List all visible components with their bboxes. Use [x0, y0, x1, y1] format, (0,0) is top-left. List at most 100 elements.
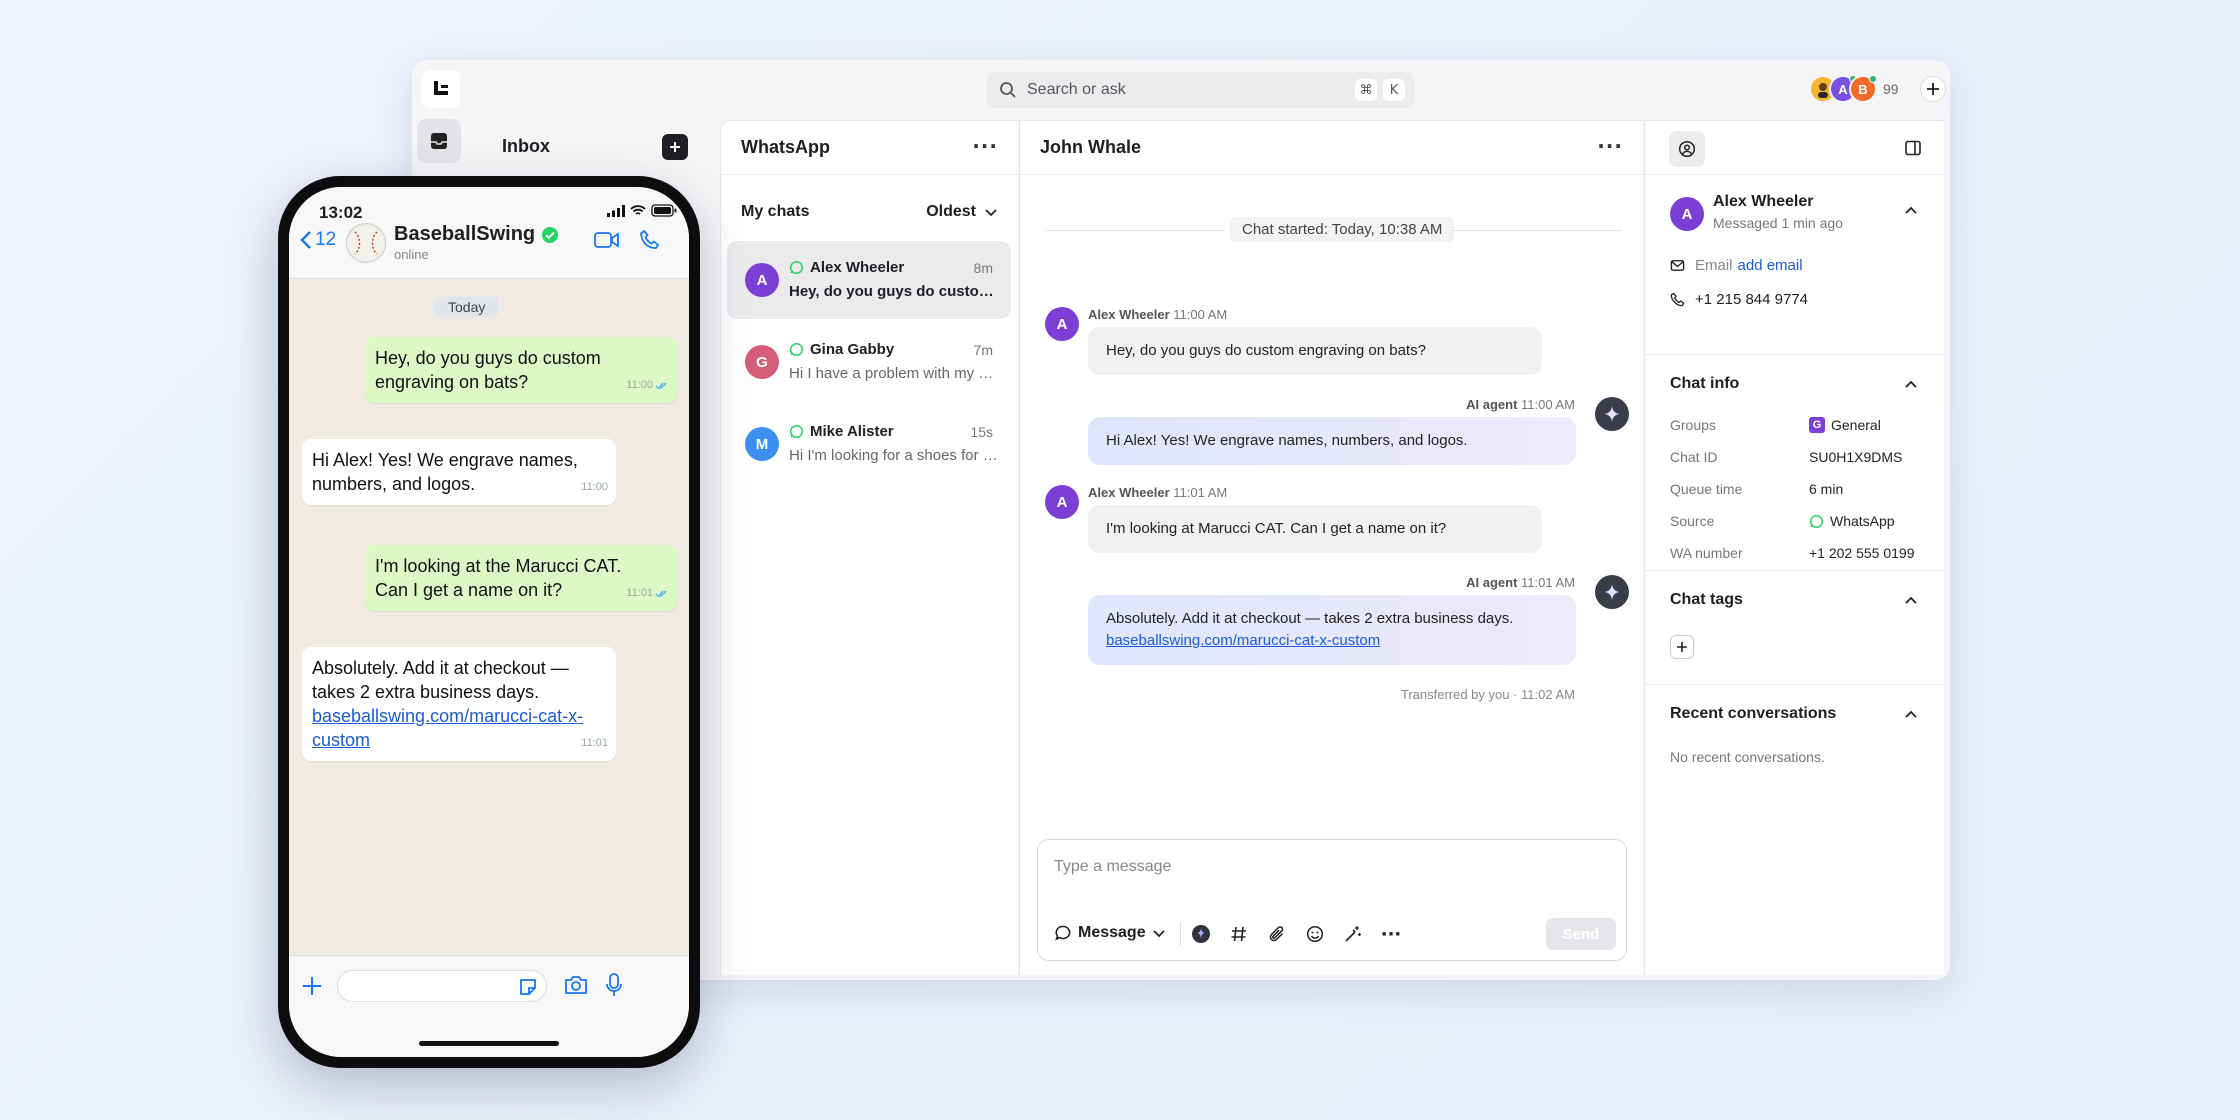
- phone-chat-body: Today Hey, do you guys do custom engravi…: [289, 279, 689, 955]
- chat-id-value: SU0H1X9DMS: [1809, 449, 1903, 465]
- logo-icon: [434, 81, 448, 95]
- presence-count: 99: [1883, 81, 1899, 97]
- more-options-icon[interactable]: ···: [1597, 136, 1623, 156]
- paperclip-icon: [1269, 926, 1284, 942]
- message-link[interactable]: baseballswing.com/marucci-cat-x-custom: [1106, 630, 1558, 652]
- message-meta: AI agent 11:01 AM: [1466, 575, 1575, 590]
- message-meta: Alex Wheeler 11:00 AM: [1088, 307, 1228, 322]
- add-email-link[interactable]: add email: [1738, 257, 1803, 274]
- phone-message-input[interactable]: [337, 970, 547, 1002]
- chat-time: 7m: [973, 342, 993, 358]
- whatsapp-icon: [1809, 514, 1824, 528]
- video-call-icon[interactable]: [594, 231, 620, 249]
- more-options-icon[interactable]: ···: [972, 136, 998, 156]
- avatar: A: [1670, 197, 1704, 231]
- message-time: 11:00: [581, 481, 608, 493]
- sort-dropdown[interactable]: Oldest: [926, 203, 998, 221]
- message-composer[interactable]: Type a message Message ··· Send: [1037, 839, 1627, 961]
- conversation-header: John Whale ···: [1020, 121, 1643, 175]
- search-bar[interactable]: Search or ask ⌘ K: [987, 72, 1415, 108]
- recent-title: Recent conversations: [1670, 705, 1837, 722]
- microphone-icon[interactable]: [605, 972, 623, 998]
- message-bubble: I'm looking at Marucci CAT. Can I get a …: [1088, 505, 1542, 553]
- queue-time-value: 6 min: [1809, 481, 1844, 497]
- contact-section: A Alex Wheeler Messaged 1 min ago Email …: [1645, 175, 1945, 355]
- inbox-title: Inbox: [502, 136, 550, 156]
- plus-icon[interactable]: [301, 975, 323, 997]
- recent-conversations-section: Recent conversations No recent conversat…: [1645, 685, 1945, 795]
- message-mode-dropdown[interactable]: Message: [1054, 924, 1166, 942]
- chat-list-item[interactable]: G Gina Gabby 7m Hi I have a problem with…: [727, 323, 1011, 401]
- contact-name: Alex Wheeler: [1713, 193, 1814, 210]
- emoji-button[interactable]: [1304, 923, 1326, 945]
- day-divider: Today: [434, 297, 500, 317]
- plus-icon: [1677, 642, 1687, 652]
- message-time: 11:00: [626, 373, 669, 397]
- contact-status: Messaged 1 min ago: [1713, 215, 1843, 231]
- whatsapp-icon: [789, 342, 804, 357]
- ai-button[interactable]: [1190, 923, 1212, 945]
- hashtag-button[interactable]: [1228, 923, 1250, 945]
- search-icon: [1000, 82, 1016, 98]
- message-bubble: Absolutely. Add it at checkout — takes 2…: [1088, 595, 1576, 665]
- camera-icon[interactable]: [564, 974, 588, 996]
- wifi-icon: [630, 205, 646, 215]
- sticker-icon[interactable]: [518, 977, 538, 997]
- more-tools-icon[interactable]: ···: [1380, 923, 1402, 945]
- baseball-icon: [349, 226, 383, 260]
- chevron-down-icon: [985, 209, 997, 217]
- chevron-up-icon[interactable]: [1903, 377, 1919, 393]
- voice-call-icon[interactable]: [639, 229, 661, 251]
- outgoing-message: I'm looking at the Marucci CAT. Can I ge…: [365, 545, 677, 611]
- battery-icon: [651, 204, 677, 217]
- recent-empty-text: No recent conversations.: [1670, 749, 1825, 765]
- emoji-icon: [1306, 925, 1324, 943]
- user-circle-icon: [1678, 140, 1696, 158]
- chat-list-item[interactable]: M Mike Alister 15s Hi I'm looking for a …: [727, 405, 1011, 483]
- add-tag-button[interactable]: [1670, 635, 1694, 659]
- message-text: Absolutely. Add it at checkout — takes 2…: [1106, 610, 1514, 627]
- app-logo[interactable]: [422, 70, 460, 108]
- channel-title: WhatsApp: [741, 137, 830, 157]
- chat-list-item[interactable]: A Alex Wheeler 8m Hey, do you guys do cu…: [727, 241, 1011, 319]
- phone-time: 13:02: [319, 203, 363, 222]
- chevron-up-icon[interactable]: [1903, 707, 1919, 723]
- toggle-panel-button[interactable]: [1904, 139, 1922, 162]
- online-status: online: [394, 247, 429, 262]
- message-link[interactable]: baseballswing.com/marucci-cat-x-custom: [312, 706, 583, 750]
- presence-avatars[interactable]: A B 99: [1809, 74, 1899, 104]
- mail-icon: [1670, 260, 1685, 271]
- chat-preview: Hey, do you guys do custom engraving on …: [789, 283, 999, 300]
- whatsapp-icon: [789, 424, 804, 439]
- wa-number-value: +1 202 555 0199: [1809, 545, 1915, 561]
- contact-phone: +1 215 844 9774: [1695, 291, 1809, 308]
- hashtag-icon: [1231, 926, 1246, 942]
- business-avatar[interactable]: [346, 223, 386, 263]
- magic-wand-button[interactable]: [1342, 923, 1364, 945]
- outgoing-message: Hey, do you guys do custom engraving on …: [365, 337, 677, 403]
- chat-time: 15s: [970, 424, 993, 440]
- whatsapp-icon: [789, 260, 804, 275]
- chevron-down-icon: [1152, 930, 1165, 938]
- group-badge: G: [1809, 417, 1825, 433]
- inbox-nav-button[interactable]: [417, 119, 461, 163]
- avatar: G: [745, 345, 779, 379]
- info-label: Queue time: [1670, 481, 1743, 497]
- double-check-icon: [655, 382, 667, 390]
- message-time: 11:01: [581, 737, 608, 749]
- add-button[interactable]: [1920, 76, 1946, 102]
- contact-tab-button[interactable]: [1669, 131, 1705, 167]
- chevron-up-icon[interactable]: [1903, 203, 1919, 219]
- avatar: A: [1045, 307, 1079, 341]
- message-input[interactable]: Type a message: [1054, 858, 1171, 876]
- send-button[interactable]: Send: [1546, 918, 1616, 950]
- new-inbox-button[interactable]: [662, 134, 688, 160]
- ai-agent-avatar: [1595, 575, 1629, 609]
- chevron-up-icon[interactable]: [1903, 593, 1919, 609]
- signal-icon: [607, 205, 625, 217]
- chat-list-panel: WhatsApp ··· My chats Oldest A Alex Whee…: [720, 120, 1018, 975]
- info-label: Source: [1670, 513, 1715, 529]
- attach-button[interactable]: [1266, 923, 1288, 945]
- back-button[interactable]: 12: [299, 229, 336, 251]
- shortcut-cmd-key: ⌘: [1355, 79, 1377, 101]
